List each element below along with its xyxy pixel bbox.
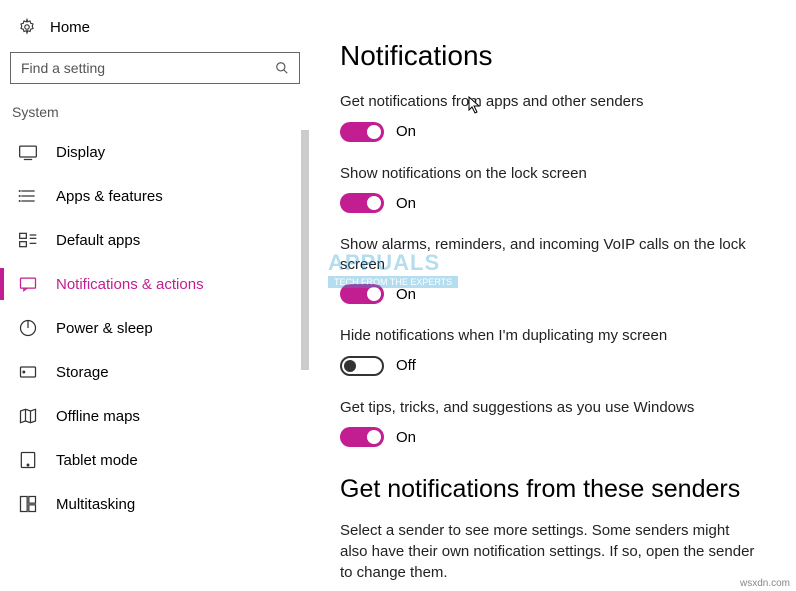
setting-row: Show alarms, reminders, and incoming VoI… — [340, 235, 756, 304]
nav-item-tablet[interactable]: Tablet mode — [0, 438, 310, 482]
multitasking-icon — [18, 494, 38, 514]
display-icon — [18, 142, 38, 162]
nav-label: Display — [56, 144, 105, 161]
search-input[interactable]: Find a setting — [10, 52, 300, 84]
nav-label: Apps & features — [56, 188, 163, 205]
toggle-tips-tricks[interactable] — [340, 427, 384, 447]
apps-icon — [18, 186, 38, 206]
page-title: Notifications — [340, 40, 756, 72]
search-placeholder: Find a setting — [21, 60, 105, 76]
toggle-state: On — [396, 123, 416, 140]
power-icon — [18, 318, 38, 338]
home-label: Home — [50, 19, 90, 36]
setting-row: Get notifications from apps and other se… — [340, 92, 756, 142]
storage-icon — [18, 362, 38, 382]
nav-item-display[interactable]: Display — [0, 130, 310, 174]
nav-label: Offline maps — [56, 408, 140, 425]
nav-list: Display Apps & features Default apps Not… — [0, 130, 310, 591]
toggle-alarms-voip[interactable] — [340, 284, 384, 304]
search-icon — [275, 61, 289, 75]
setting-row: Show notifications on the lock screen On — [340, 164, 756, 214]
maps-icon — [18, 406, 38, 426]
sidebar: Home Find a setting System Display Apps … — [0, 0, 310, 591]
nav-item-storage[interactable]: Storage — [0, 350, 310, 394]
toggle-apps-senders[interactable] — [340, 122, 384, 142]
toggle-lock-screen[interactable] — [340, 193, 384, 213]
nav-item-apps[interactable]: Apps & features — [0, 174, 310, 218]
setting-label: Hide notifications when I'm duplicating … — [340, 326, 756, 346]
nav-label: Tablet mode — [56, 452, 138, 469]
toggle-state: Off — [396, 357, 416, 374]
nav-label: Storage — [56, 364, 109, 381]
nav-item-maps[interactable]: Offline maps — [0, 394, 310, 438]
setting-row: Hide notifications when I'm duplicating … — [340, 326, 756, 376]
setting-label: Show notifications on the lock screen — [340, 164, 756, 184]
toggle-state: On — [396, 195, 416, 212]
nav-item-default-apps[interactable]: Default apps — [0, 218, 310, 262]
nav-label: Power & sleep — [56, 320, 153, 337]
nav-item-power[interactable]: Power & sleep — [0, 306, 310, 350]
nav-item-notifications[interactable]: Notifications & actions — [0, 262, 310, 306]
nav-item-multitasking[interactable]: Multitasking — [0, 482, 310, 526]
notifications-icon — [18, 274, 38, 294]
setting-row: Get tips, tricks, and suggestions as you… — [340, 398, 756, 448]
setting-label: Get tips, tricks, and suggestions as you… — [340, 398, 756, 418]
home-link[interactable]: Home — [0, 12, 310, 48]
nav-label: Multitasking — [56, 496, 135, 513]
scrollbar-thumb[interactable] — [301, 130, 309, 370]
nav-label: Default apps — [56, 232, 140, 249]
setting-label: Show alarms, reminders, and incoming VoI… — [340, 235, 756, 274]
toggle-state: On — [396, 286, 416, 303]
section-description: Select a sender to see more settings. So… — [340, 520, 756, 583]
setting-label: Get notifications from apps and other se… — [340, 92, 756, 112]
tablet-icon — [18, 450, 38, 470]
section-heading: Get notifications from these senders — [340, 475, 756, 504]
toggle-state: On — [396, 429, 416, 446]
main-content: Notifications Get notifications from app… — [310, 0, 796, 591]
toggle-hide-duplicating[interactable] — [340, 356, 384, 376]
sidebar-scrollbar[interactable] — [300, 130, 310, 591]
category-label: System — [0, 98, 310, 130]
attribution: wsxdn.com — [740, 578, 790, 589]
default-apps-icon — [18, 230, 38, 250]
nav-label: Notifications & actions — [56, 276, 204, 293]
gear-icon — [18, 18, 36, 36]
